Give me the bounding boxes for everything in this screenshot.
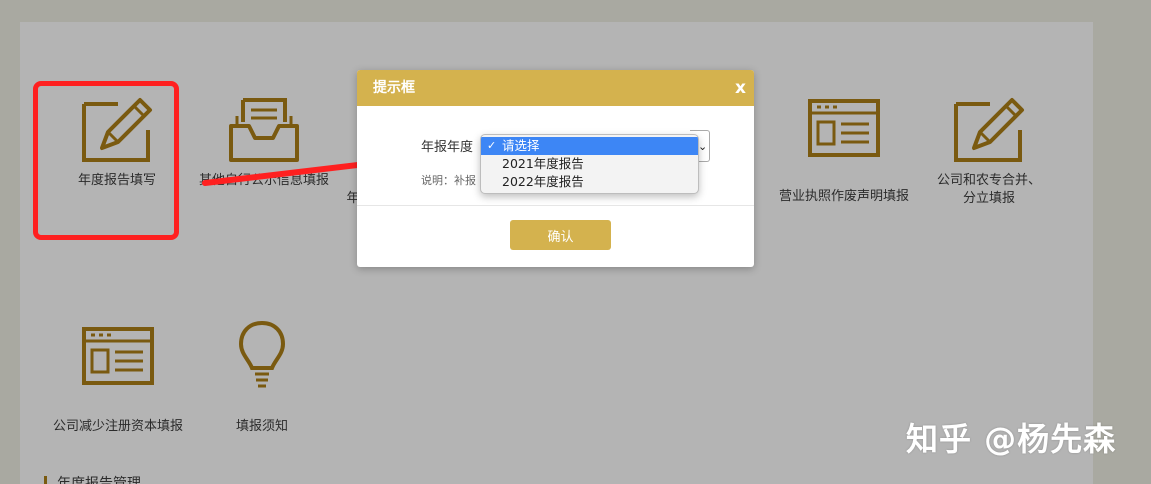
watermark: 知乎 @杨先森 — [906, 420, 1117, 458]
confirm-button[interactable]: 确认 — [510, 220, 611, 250]
chevron-down-icon[interactable]: ⌄ — [698, 140, 707, 153]
dropdown-option[interactable]: 2022年度报告 — [481, 173, 698, 191]
dialog-header: 提示框 x — [357, 70, 754, 106]
dropdown-option[interactable]: 2021年度报告 — [481, 155, 698, 173]
dialog-footer: 确认 — [357, 206, 754, 267]
note-text: 说明：补报 — [421, 174, 476, 187]
report-year-dropdown[interactable]: ✓ 请选择 2021年度报告 2022年度报告 — [480, 134, 699, 194]
close-icon[interactable]: x — [735, 70, 746, 106]
check-icon: ✓ — [487, 139, 497, 152]
report-year-label: 年报年度 — [421, 140, 474, 155]
dropdown-option[interactable]: ✓ 请选择 — [481, 137, 698, 155]
dialog-title: 提示框 — [373, 80, 415, 96]
